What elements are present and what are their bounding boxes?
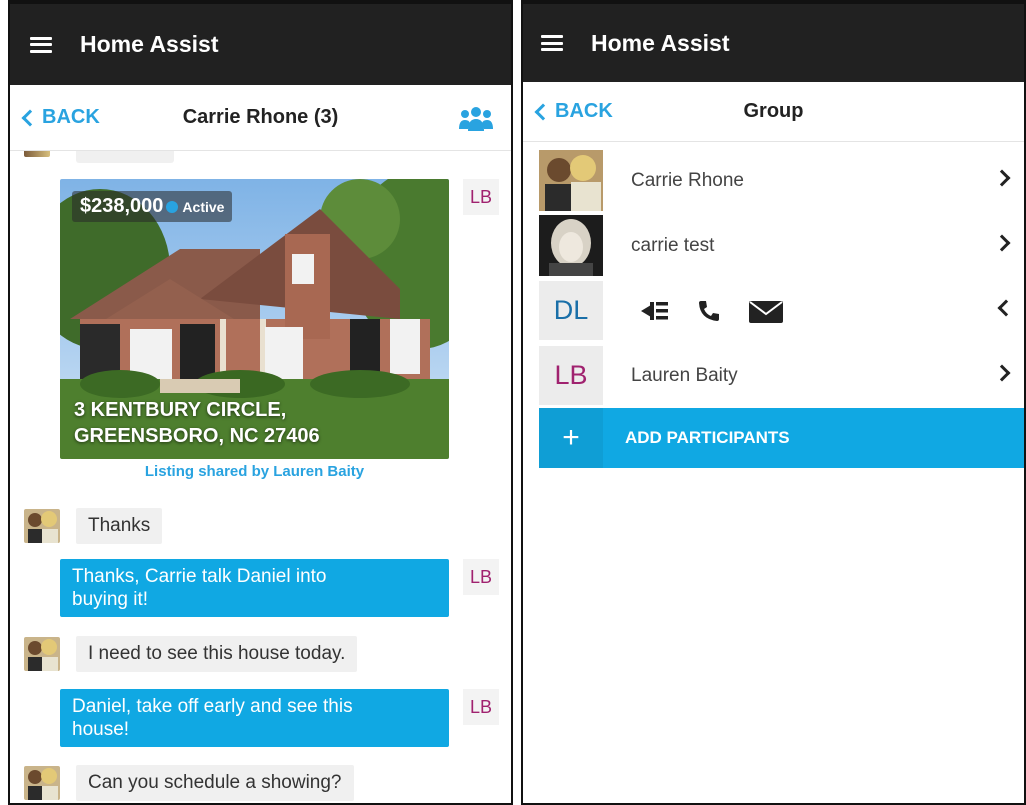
email-icon[interactable] — [749, 299, 783, 323]
message-bubble: I need to see this house today. — [76, 636, 358, 672]
participant-row-expanded[interactable]: DL — [523, 278, 1024, 343]
back-button[interactable]: BACK — [21, 106, 100, 129]
chevron-right-icon[interactable] — [993, 169, 1011, 187]
avatar — [24, 151, 50, 157]
avatar — [539, 150, 603, 211]
participant-row[interactable]: carrie test — [523, 213, 1024, 278]
avatar — [24, 509, 60, 543]
avatar — [539, 215, 603, 276]
avatar — [24, 637, 60, 671]
message-line: Daniel, take off early and see this — [72, 696, 353, 717]
chevron-left-icon — [21, 109, 39, 127]
participant-list: Carrie Rhone carrie test DL LB Lauren Ba… — [523, 142, 1024, 468]
chat-nav-bar: BACK Carrie Rhone (3) — [10, 85, 511, 151]
price-tag: $238,000 Active — [72, 191, 233, 222]
back-label: BACK — [42, 106, 100, 128]
listing-status: Active — [182, 198, 225, 215]
message-bubble: Thanks, Carrie talk Daniel into buying i… — [60, 559, 449, 617]
add-participants-label: ADD PARTICIPANTS — [625, 428, 790, 447]
group-screen: Home Assist BACK Group Carrie Rhone carr… — [521, 0, 1026, 805]
initials-avatar: LB — [539, 346, 603, 405]
chat-thread[interactable]: $238,000 Active 3 KENTBURY CIRCLE, GREEN… — [10, 151, 511, 801]
group-icon[interactable] — [459, 105, 493, 131]
chevron-right-icon[interactable] — [993, 364, 1011, 382]
chevron-left-icon — [534, 103, 552, 121]
app-title: Home Assist — [80, 31, 219, 57]
message-bubble: Daniel, take off early and see this hous… — [60, 689, 449, 747]
sender-initials-badge: LB — [463, 559, 499, 595]
app-bar: Home Assist — [523, 4, 1024, 82]
address-line-1: 3 KENTBURY CIRCLE, — [74, 399, 287, 421]
message-bubble: Thanks — [76, 508, 163, 544]
participant-row[interactable]: Carrie Rhone — [523, 148, 1024, 213]
hamburger-menu-icon[interactable] — [30, 36, 52, 53]
group-nav-bar: BACK Group — [523, 82, 1024, 142]
plus-icon: + — [539, 408, 603, 468]
phone-icon[interactable] — [697, 299, 721, 323]
participant-row[interactable]: LB Lauren Baity — [523, 343, 1024, 408]
listing-card[interactable]: $238,000 Active 3 KENTBURY CIRCLE, GREEN… — [60, 179, 449, 459]
sender-initials-badge: LB — [463, 179, 499, 215]
listing-shared-caption: Listing shared by Lauren Baity — [144, 463, 365, 480]
message-line: Thanks, Carrie talk Daniel into — [72, 566, 327, 587]
listing-price: $238,000 — [80, 195, 164, 217]
message-line: house! — [72, 719, 130, 740]
back-button[interactable]: BACK — [534, 100, 613, 123]
listing-address: 3 KENTBURY CIRCLE, GREENSBORO, NC 27406 — [74, 397, 320, 449]
app-bar: Home Assist — [10, 4, 511, 85]
address-line-2: GREENSBORO, NC 27406 — [74, 425, 320, 447]
back-label: BACK — [555, 100, 613, 122]
message-bubble — [76, 151, 174, 163]
participant-name: Lauren Baity — [631, 364, 738, 386]
avatar — [24, 766, 60, 800]
hamburger-menu-icon[interactable] — [541, 35, 563, 51]
participant-name: Carrie Rhone — [631, 169, 744, 191]
message-bubble: Can you schedule a showing? — [76, 765, 354, 801]
status-dot-icon — [166, 200, 179, 213]
initials-avatar: DL — [539, 281, 603, 340]
message-icon[interactable] — [641, 299, 669, 323]
sender-initials-badge: LB — [463, 689, 499, 725]
chat-screen: Home Assist BACK Carrie Rhone (3) $238,0… — [8, 0, 513, 805]
app-title: Home Assist — [591, 29, 730, 56]
add-participants-button[interactable]: + ADD PARTICIPANTS — [539, 408, 1024, 468]
message-line: buying it! — [72, 589, 149, 610]
contact-actions — [641, 299, 783, 323]
chevron-right-icon[interactable] — [993, 234, 1011, 252]
chevron-left-icon[interactable] — [997, 299, 1015, 317]
participant-name: carrie test — [631, 234, 715, 256]
